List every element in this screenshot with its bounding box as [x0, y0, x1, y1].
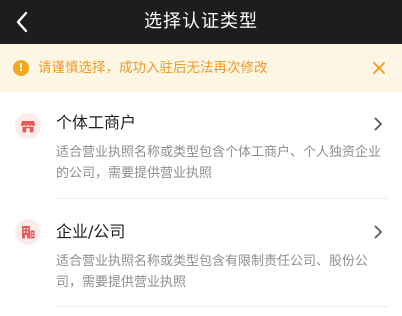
option-description: 适合营业执照名称或类型包含个体工商户、个人独资企业的公司，需要提供营业执照: [56, 145, 382, 181]
warning-circle-icon: !: [13, 60, 29, 76]
page-title: 选择认证类型: [144, 11, 258, 32]
chevron-right-icon: [370, 222, 386, 242]
option-enterprise-company[interactable]: 企业/公司 适合营业执照名称或类型包含有限制责任公司、股份公司，需要提供营业执照: [0, 200, 402, 310]
divider: [56, 198, 388, 199]
chevron-right-icon: [370, 114, 386, 134]
building-icon: [15, 219, 41, 245]
close-icon: [373, 62, 385, 74]
storefront-icon: [15, 113, 41, 139]
option-individual-business[interactable]: 个体工商户 适合营业执照名称或类型包含个体工商户、个人独资企业的公司，需要提供营…: [0, 92, 402, 200]
notice-text: 请谨慎选择，成功入驻后无法再次修改: [38, 60, 268, 76]
divider: [56, 306, 388, 307]
option-title: 企业/公司: [56, 222, 126, 241]
notice-banner: ! 请谨慎选择，成功入驻后无法再次修改: [0, 44, 402, 92]
nav-bar: 选择认证类型: [0, 0, 402, 44]
close-button[interactable]: [368, 56, 390, 80]
option-title: 个体工商户: [56, 113, 137, 132]
option-description: 适合营业执照名称或类型包含有限制责任公司、股份公司，需要提供营业执照: [56, 254, 369, 290]
